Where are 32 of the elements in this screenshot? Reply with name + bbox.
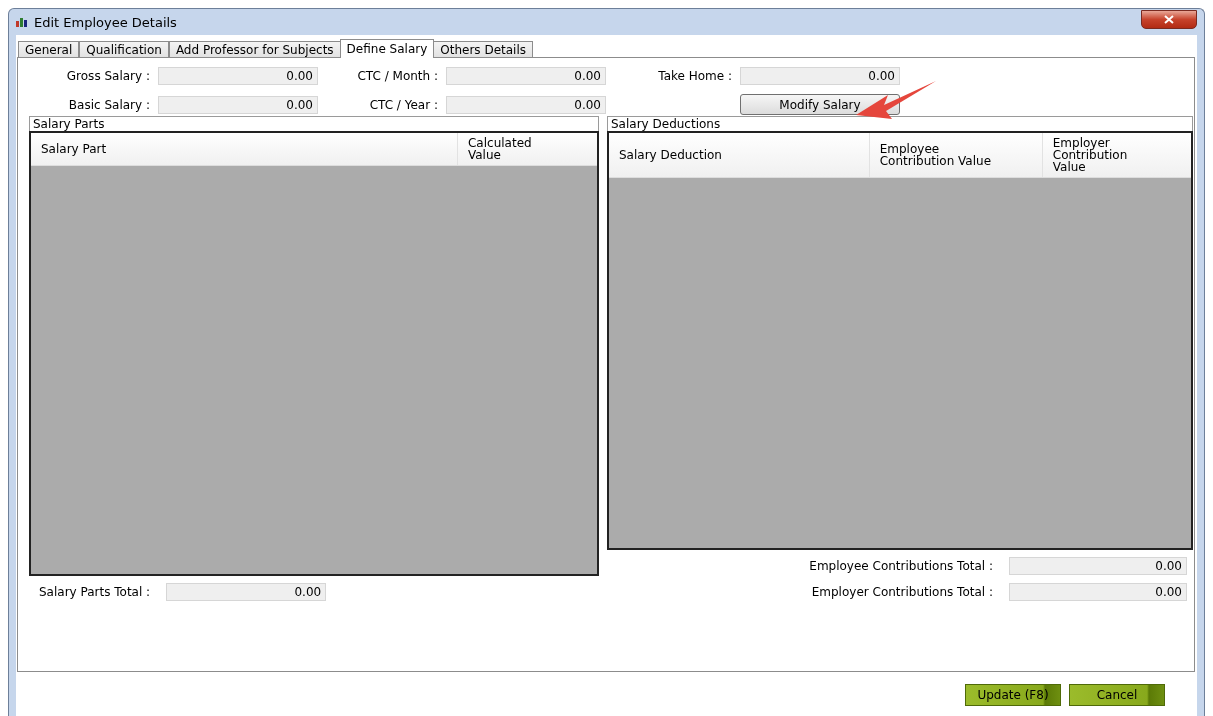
total-field[interactable]: 0.00 bbox=[1009, 557, 1187, 575]
total-label: Employee Contributions Total : bbox=[809, 559, 993, 573]
field-label: CTC / Year : bbox=[368, 97, 438, 112]
total-field[interactable]: 0.00 bbox=[1009, 583, 1187, 601]
column-header[interactable]: Employer Contribution Value bbox=[1041, 133, 1191, 177]
column-header[interactable]: Calculated Value bbox=[456, 133, 597, 165]
tab[interactable]: Qualification bbox=[79, 41, 169, 58]
tab[interactable]: Define Salary bbox=[339, 39, 435, 58]
salary-field[interactable]: 0.00 bbox=[158, 95, 318, 114]
field-label: Take Home : bbox=[657, 68, 732, 83]
total-field[interactable]: 0.00 bbox=[166, 583, 327, 601]
salary-field[interactable]: 0.00 bbox=[446, 66, 606, 85]
column-header[interactable]: Salary Deduction bbox=[609, 133, 869, 177]
salary-field[interactable]: 0.00 bbox=[740, 66, 900, 85]
action-button[interactable]: Update (F8) bbox=[965, 684, 1061, 706]
tab[interactable]: Add Professor for Subjects bbox=[168, 41, 341, 58]
window-title: Edit Employee Details bbox=[34, 14, 177, 30]
total-label: Salary Parts Total : bbox=[39, 585, 151, 599]
field-label: Gross Salary : bbox=[65, 68, 150, 83]
total-label: Employer Contributions Total : bbox=[811, 585, 993, 599]
field-label: Basic Salary : bbox=[67, 97, 150, 112]
field-label: CTC / Month : bbox=[356, 68, 438, 83]
column-header[interactable]: Employee Contribution Value bbox=[868, 133, 1042, 177]
tab[interactable]: General bbox=[18, 41, 80, 58]
close-icon bbox=[1164, 14, 1174, 24]
salary-field[interactable]: 0.00 bbox=[158, 66, 318, 85]
tab[interactable]: Others Details bbox=[433, 41, 534, 58]
app-icon bbox=[16, 17, 28, 27]
column-header[interactable]: Salary Part bbox=[31, 133, 457, 165]
close-button[interactable] bbox=[1141, 9, 1197, 29]
salary-field[interactable]: 0.00 bbox=[446, 95, 606, 114]
action-button[interactable]: Cancel bbox=[1069, 684, 1165, 706]
